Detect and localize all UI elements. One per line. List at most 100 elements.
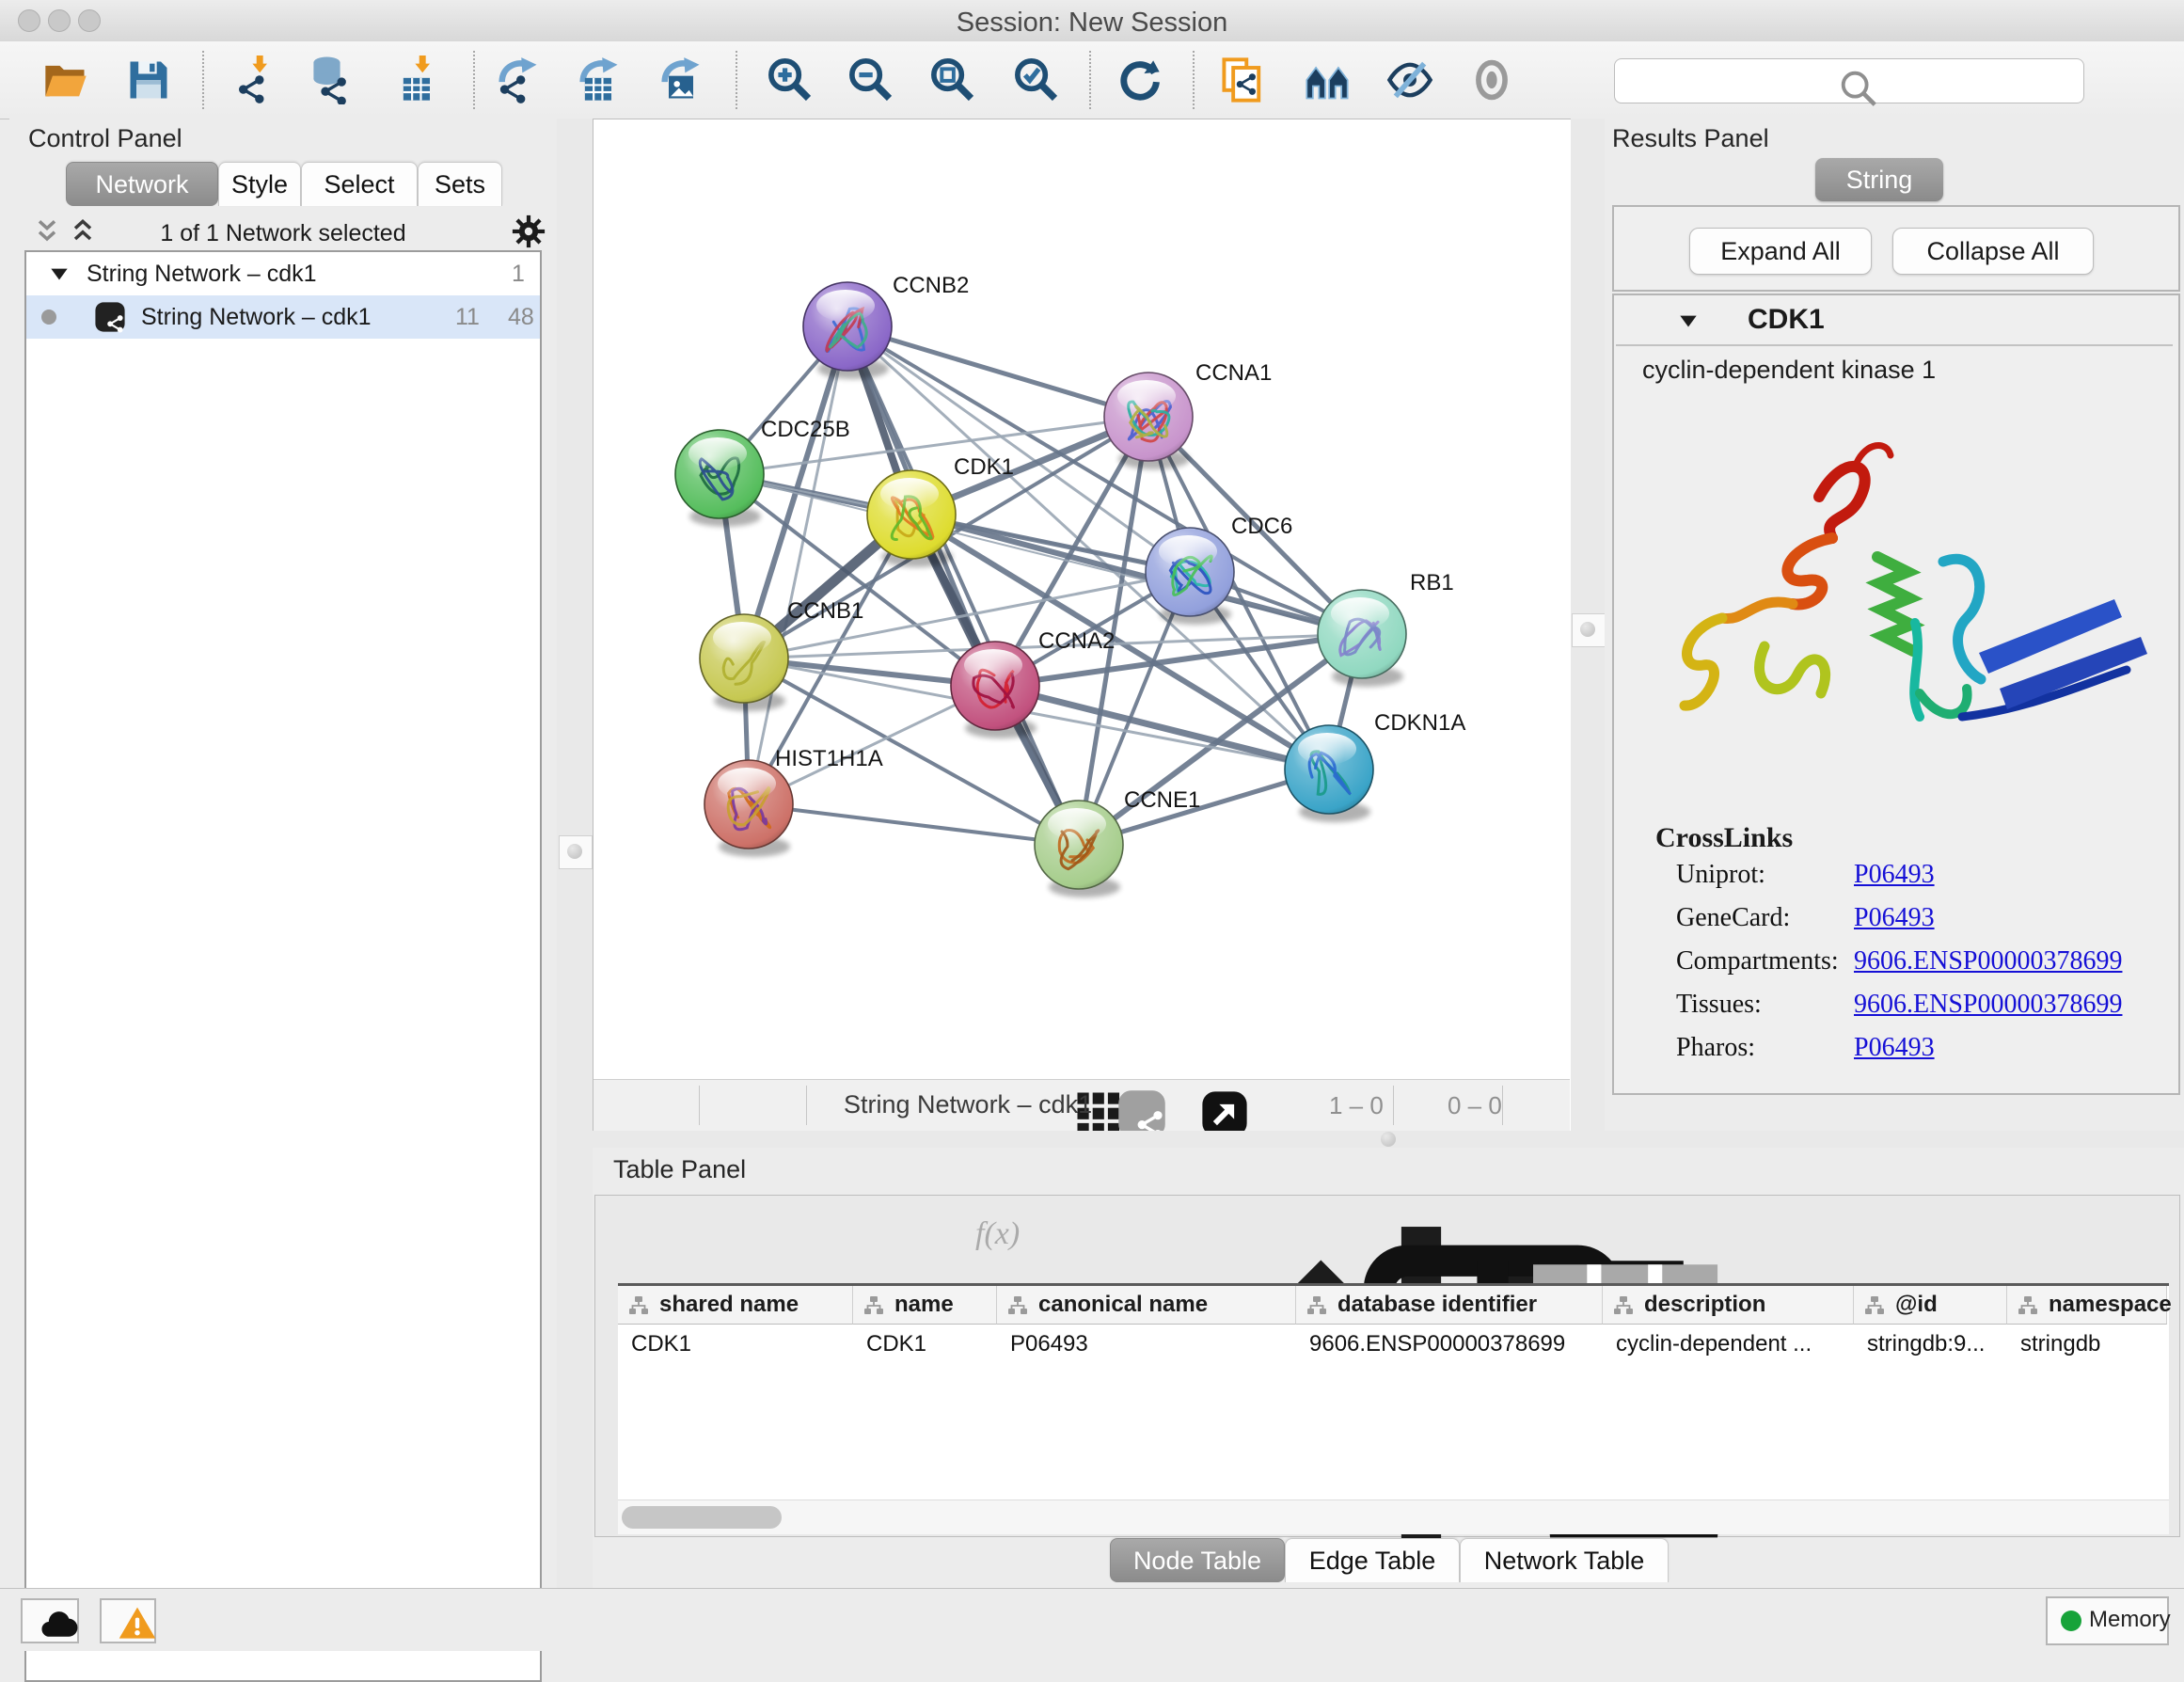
results-panel-title: Results Panel <box>1612 124 1769 153</box>
selected-counter: 1 – 0 <box>1329 1091 1384 1120</box>
zoom-fit-icon[interactable] <box>928 56 977 104</box>
network-edge[interactable] <box>749 804 1079 845</box>
node-table[interactable]: shared namenamecanonical namedatabase id… <box>618 1283 2169 1500</box>
column-type-icon <box>1006 1294 1029 1317</box>
save-session-icon[interactable] <box>124 56 173 104</box>
toolbar-divider <box>473 51 475 109</box>
zoom-out-icon[interactable] <box>847 56 895 104</box>
column-header-canonicalname[interactable]: canonical name <box>997 1286 1296 1325</box>
node-label-CDC25B: CDC25B <box>761 417 850 442</box>
crosslink-link[interactable]: P06493 <box>1854 903 1935 933</box>
horizontal-splitter[interactable] <box>593 1131 2184 1148</box>
table-cell[interactable]: stringdb:9... <box>1854 1324 2006 1365</box>
open-session-icon[interactable] <box>41 56 90 104</box>
network-row-selected[interactable]: String Network – cdk1 11 48 <box>26 295 540 339</box>
collapse-all-button[interactable]: Collapse All <box>1892 228 2094 275</box>
network-node-CCNA2[interactable] <box>951 642 1039 738</box>
main-toolbar: ? <box>0 41 2184 119</box>
column-header-name[interactable]: name <box>853 1286 997 1325</box>
column-header-sharedname[interactable]: shared name <box>618 1286 853 1325</box>
column-header-description[interactable]: description <box>1603 1286 1854 1325</box>
import-network-file-icon[interactable] <box>230 56 279 104</box>
export-table-icon[interactable] <box>575 56 624 104</box>
network-node-CDKN1A[interactable] <box>1285 725 1373 822</box>
column-header-id[interactable]: @id <box>1854 1286 2007 1325</box>
expand-all-button[interactable]: Expand All <box>1689 228 1872 275</box>
divider <box>699 1086 700 1125</box>
table-tabs: Node Table Edge Table Network Table <box>593 1538 2184 1583</box>
import-table-icon[interactable] <box>393 56 442 104</box>
search-input[interactable] <box>1660 63 2078 99</box>
import-network-database-icon[interactable] <box>309 56 357 104</box>
refresh-layout-icon[interactable] <box>1115 56 1163 104</box>
column-type-icon <box>1612 1294 1635 1317</box>
crosslink-link[interactable]: P06493 <box>1854 1033 1935 1063</box>
tab-sets[interactable]: Sets <box>418 162 502 206</box>
network-edge[interactable] <box>847 326 1148 417</box>
table-cell[interactable]: cyclin-dependent ... <box>1603 1324 1853 1365</box>
vertical-splitter-right[interactable] <box>1571 119 1605 1131</box>
memory-button[interactable]: Memory <box>2046 1596 2169 1645</box>
crosslink-link[interactable]: 9606.ENSP00000378699 <box>1854 946 2122 976</box>
table-cell[interactable]: CDK1 <box>853 1324 996 1365</box>
network-node-CCNA1[interactable] <box>1104 373 1193 469</box>
column-header-databaseidentifier[interactable]: database identifier <box>1296 1286 1603 1325</box>
export-image-icon[interactable] <box>657 56 705 104</box>
network-node-CDC25B[interactable] <box>675 430 764 527</box>
network-collection-row[interactable]: String Network – cdk1 1 <box>26 252 540 295</box>
node-label-CCNE1: CCNE1 <box>1124 787 1200 813</box>
network-node-CCNB1[interactable] <box>700 614 788 711</box>
column-header-namespace[interactable]: namespace <box>2007 1286 2167 1325</box>
column-type-icon <box>627 1294 650 1317</box>
network-node-CCNE1[interactable] <box>1035 801 1123 897</box>
splitter-handle-dot[interactable] <box>1580 622 1595 637</box>
tab-string[interactable]: String <box>1815 158 1943 201</box>
warnings-button[interactable] <box>100 1598 156 1643</box>
show-all-icon[interactable] <box>1467 56 1516 104</box>
tab-network-table[interactable]: Network Table <box>1460 1538 1669 1582</box>
table-cell[interactable]: stringdb <box>2007 1324 2166 1365</box>
protein-expand-icon[interactable] <box>1676 309 1701 333</box>
collection-expand-icon[interactable] <box>47 262 71 286</box>
tab-select[interactable]: Select <box>301 162 418 206</box>
divider <box>1393 1086 1394 1125</box>
network-edge-count: 48 <box>508 304 534 331</box>
splitter-handle-dot[interactable] <box>567 844 582 859</box>
network-node-count: 11 <box>455 304 480 331</box>
scrollbar-thumb[interactable] <box>622 1506 782 1529</box>
crosslink-link[interactable]: 9606.ENSP00000378699 <box>1854 990 2122 1020</box>
first-neighbors-icon[interactable] <box>1303 56 1352 104</box>
duplicate-network-icon[interactable] <box>1219 56 1268 104</box>
crosslink-label: Tissues: <box>1676 990 1762 1020</box>
crosslink-label: GeneCard: <box>1676 903 1790 933</box>
protein-header[interactable]: CDK1 <box>1616 297 2173 346</box>
network-node-CDK1[interactable] <box>867 470 956 567</box>
crosslink-link[interactable]: P06493 <box>1854 860 1935 890</box>
hide-selected-icon[interactable] <box>1385 56 1434 104</box>
node-label-CDKN1A: CDKN1A <box>1374 710 1465 736</box>
tab-network[interactable]: Network <box>66 162 218 206</box>
cloud-status-button[interactable] <box>21 1598 79 1643</box>
network-node-HIST1H1A[interactable] <box>704 760 793 857</box>
network-options-gear-icon[interactable] <box>512 214 546 248</box>
node-label-RB1: RB1 <box>1410 570 1454 595</box>
tab-style[interactable]: Style <box>218 162 301 206</box>
zoom-in-icon[interactable] <box>766 56 815 104</box>
network-node-CDC6[interactable] <box>1146 528 1234 625</box>
network-edge[interactable] <box>749 326 847 804</box>
table-cell[interactable]: P06493 <box>997 1324 1295 1365</box>
vertical-splitter-left[interactable] <box>557 119 593 1588</box>
tab-node-table[interactable]: Node Table <box>1110 1538 1285 1582</box>
splitter-handle-dot[interactable] <box>1381 1132 1396 1147</box>
table-cell[interactable]: 9606.ENSP00000378699 <box>1296 1324 1602 1365</box>
export-network-icon[interactable] <box>494 56 543 104</box>
table-cell[interactable]: CDK1 <box>618 1324 852 1365</box>
zoom-selected-icon[interactable] <box>1012 56 1061 104</box>
network-node-RB1[interactable] <box>1318 590 1406 687</box>
tab-edge-table[interactable]: Edge Table <box>1285 1538 1460 1582</box>
table-horizontal-scrollbar[interactable] <box>618 1500 2169 1534</box>
network-canvas[interactable]: CCNB2CCNA1CDC25BCDK1CDC6RB1CCNB1CCNA2CDK… <box>593 119 1570 1079</box>
search-box[interactable] <box>1614 58 2084 103</box>
node-label-HIST1H1A: HIST1H1A <box>775 746 883 771</box>
hidden-counter: 0 – 0 <box>1448 1091 1502 1120</box>
